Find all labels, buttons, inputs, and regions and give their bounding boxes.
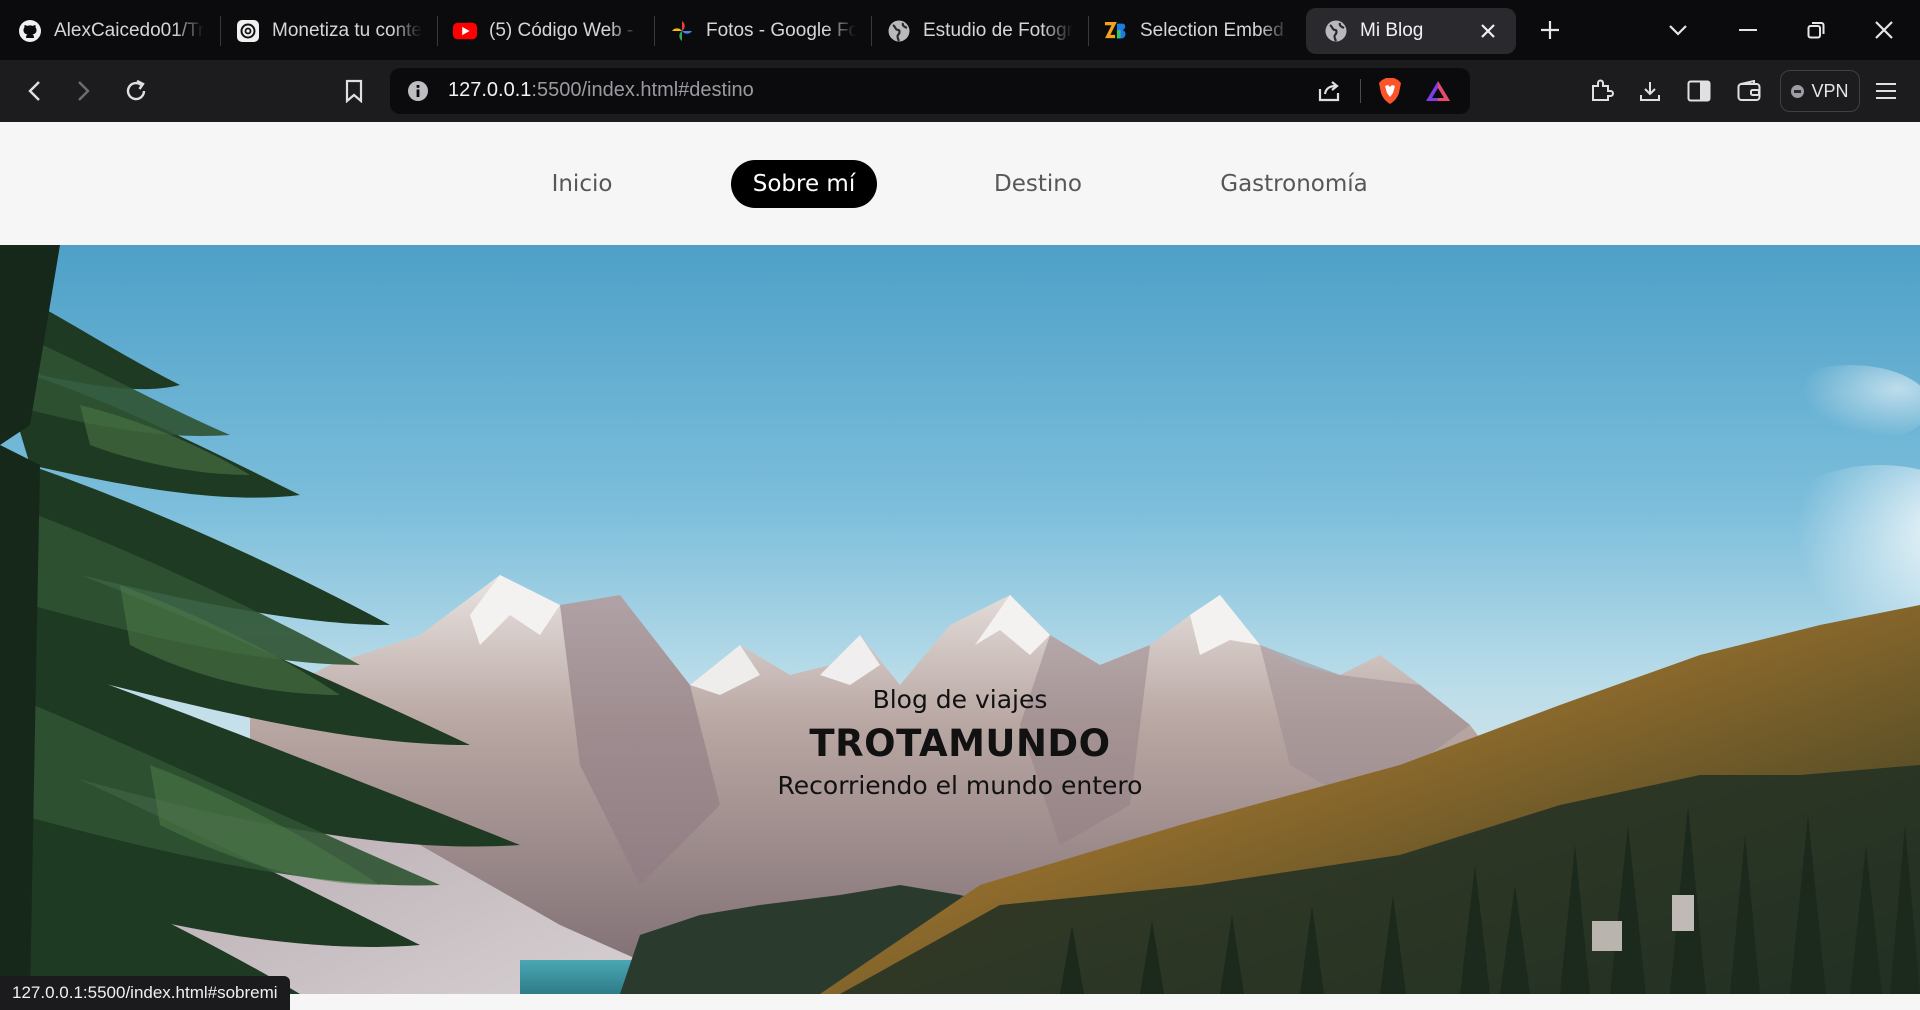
page-viewport: Inicio Sobre mí Destino Gastronomía Blog… xyxy=(0,122,1920,1010)
site-info-icon[interactable] xyxy=(404,77,432,105)
globe-icon xyxy=(887,19,911,43)
zb-logo-icon xyxy=(1104,19,1128,43)
brave-shields-icon[interactable] xyxy=(1376,77,1404,105)
tab-google-photos[interactable]: Fotos - Google Fot xyxy=(652,8,866,54)
tab-title: Fotos - Google Fot xyxy=(706,20,856,41)
wallet-icon[interactable] xyxy=(1729,72,1769,110)
browser-toolbar: 127.0.0.1:5500/index.html#destino VPN xyxy=(0,60,1920,122)
chatgpt-icon xyxy=(236,19,260,43)
globe-icon xyxy=(1324,19,1348,43)
tab-title: Mi Blog xyxy=(1360,20,1424,41)
google-photos-icon xyxy=(670,19,694,43)
url-divider xyxy=(1360,79,1361,103)
hero-mountain-landscape-image xyxy=(0,245,1920,994)
new-tab-plus-icon[interactable] xyxy=(1530,12,1570,48)
extensions-icon[interactable] xyxy=(1582,72,1622,110)
youtube-icon xyxy=(453,19,477,43)
address-bar[interactable]: 127.0.0.1:5500/index.html#destino xyxy=(390,68,1470,114)
hero-banner: Blog de viajes TROTAMUNDO Recorriendo el… xyxy=(0,245,1920,994)
nav-link-inicio[interactable]: Inicio xyxy=(540,160,624,208)
tab-mi-blog[interactable]: Mi Blog xyxy=(1306,8,1516,54)
tab-search-chevron-down-icon[interactable] xyxy=(1658,12,1698,48)
minimize-window-icon[interactable] xyxy=(1728,12,1768,48)
brave-rewards-icon[interactable] xyxy=(1424,77,1452,105)
url-host: 127.0.0.1 xyxy=(448,79,532,101)
status-bar-link-preview: 127.0.0.1:5500/index.html#sobremi xyxy=(0,976,290,1010)
nav-link-sobre-mi[interactable]: Sobre mí xyxy=(731,160,877,208)
tab-selection-embed[interactable]: Selection Embed C xyxy=(1086,8,1300,54)
close-window-icon[interactable] xyxy=(1864,12,1904,48)
tab-title: Monetiza tu conten xyxy=(272,20,422,41)
download-icon[interactable] xyxy=(1630,72,1670,110)
share-icon[interactable] xyxy=(1315,77,1343,105)
tab-github[interactable]: AlexCaicedo01/Tro xyxy=(0,8,214,54)
tab-strip: AlexCaicedo01/Tro Monetiza tu conten (5)… xyxy=(0,0,1920,60)
back-arrow-icon[interactable] xyxy=(14,72,54,110)
close-tab-icon[interactable] xyxy=(1474,17,1502,45)
vpn-status-icon xyxy=(1791,84,1805,98)
bookmark-icon[interactable] xyxy=(334,72,374,110)
tab-title: Estudio de Fotogra xyxy=(923,20,1073,41)
tab-chatgpt[interactable]: Monetiza tu conten xyxy=(218,8,432,54)
reload-icon[interactable] xyxy=(116,72,156,110)
tab-title: (5) Código Web - Y xyxy=(489,20,639,41)
sidebar-toggle-icon[interactable] xyxy=(1679,72,1719,110)
vpn-label: VPN xyxy=(1811,80,1849,101)
hero-title: TROTAMUNDO xyxy=(809,722,1111,765)
tab-title: Selection Embed C xyxy=(1140,20,1290,41)
forward-arrow-icon[interactable] xyxy=(64,72,104,110)
site-nav: Inicio Sobre mí Destino Gastronomía xyxy=(0,122,1920,245)
nav-link-gastronomia[interactable]: Gastronomía xyxy=(1208,160,1380,208)
github-icon xyxy=(18,19,42,43)
url-path: :5500/index.html#destino xyxy=(531,79,754,101)
nav-link-destino[interactable]: Destino xyxy=(982,160,1094,208)
tab-youtube[interactable]: (5) Código Web - Y xyxy=(435,8,649,54)
restore-window-icon[interactable] xyxy=(1796,12,1836,48)
menu-hamburger-icon[interactable] xyxy=(1866,72,1906,110)
vpn-button[interactable]: VPN xyxy=(1780,70,1860,112)
hero-subtitle: Recorriendo el mundo entero xyxy=(777,771,1143,800)
url-text[interactable]: 127.0.0.1:5500/index.html#destino xyxy=(448,79,754,102)
tab-title: AlexCaicedo01/Tro xyxy=(54,20,204,41)
hero-kicker: Blog de viajes xyxy=(872,685,1048,714)
tab-estudio-fotografia[interactable]: Estudio de Fotogra xyxy=(869,8,1083,54)
